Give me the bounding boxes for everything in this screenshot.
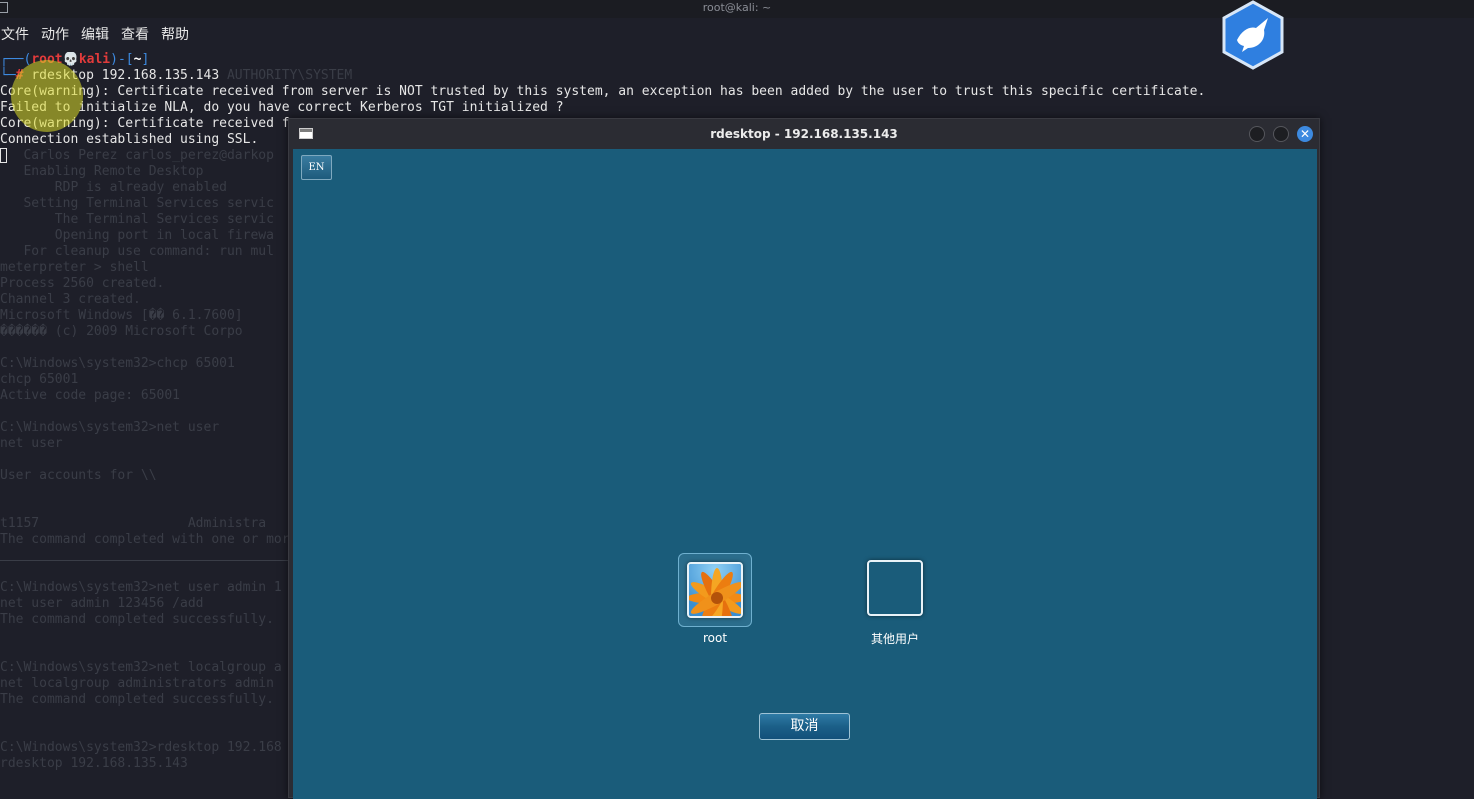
terminal-title: root@kali: ~ [702,1,772,14]
minimize-button[interactable] [1249,126,1265,142]
rdesktop-titlebar[interactable]: rdesktop - 192.168.135.143 ✕ [289,119,1319,149]
windows-logon-screen[interactable]: EN root 其他用户 取消 [293,149,1317,799]
flower-avatar-icon [687,562,743,618]
user-name-root[interactable]: root [675,631,755,645]
output-line: Failed to initialize NLA, do you have co… [0,100,564,115]
user-name-other[interactable]: 其他用户 [855,630,935,647]
rdesktop-title: rdesktop - 192.168.135.143 [710,127,898,141]
menu-action[interactable]: 动作 [41,22,69,48]
bird-logo-icon [1220,0,1286,70]
window-corner-icon [0,2,8,13]
menu-edit[interactable]: 编辑 [81,22,109,48]
cursor-highlight [11,60,83,132]
menu-view[interactable]: 查看 [121,22,149,48]
window-app-icon [299,128,313,139]
output-line: Core(warning): Certificate received from… [0,84,1206,99]
cancel-button[interactable]: 取消 [759,713,850,740]
maximize-button[interactable] [1273,126,1289,142]
menu-file[interactable]: 文件 [1,22,29,48]
language-button[interactable]: EN [301,155,332,180]
scrollback-divider [0,560,290,561]
rdesktop-window: rdesktop - 192.168.135.143 ✕ EN root 其他用… [288,118,1320,799]
blank-user-icon[interactable] [867,560,923,616]
menu-help[interactable]: 帮助 [161,22,189,48]
terminal-cursor [0,148,7,163]
prompt-host: kali [78,52,111,67]
close-button[interactable]: ✕ [1297,126,1313,142]
output-line: Connection established using SSL. [0,132,259,147]
